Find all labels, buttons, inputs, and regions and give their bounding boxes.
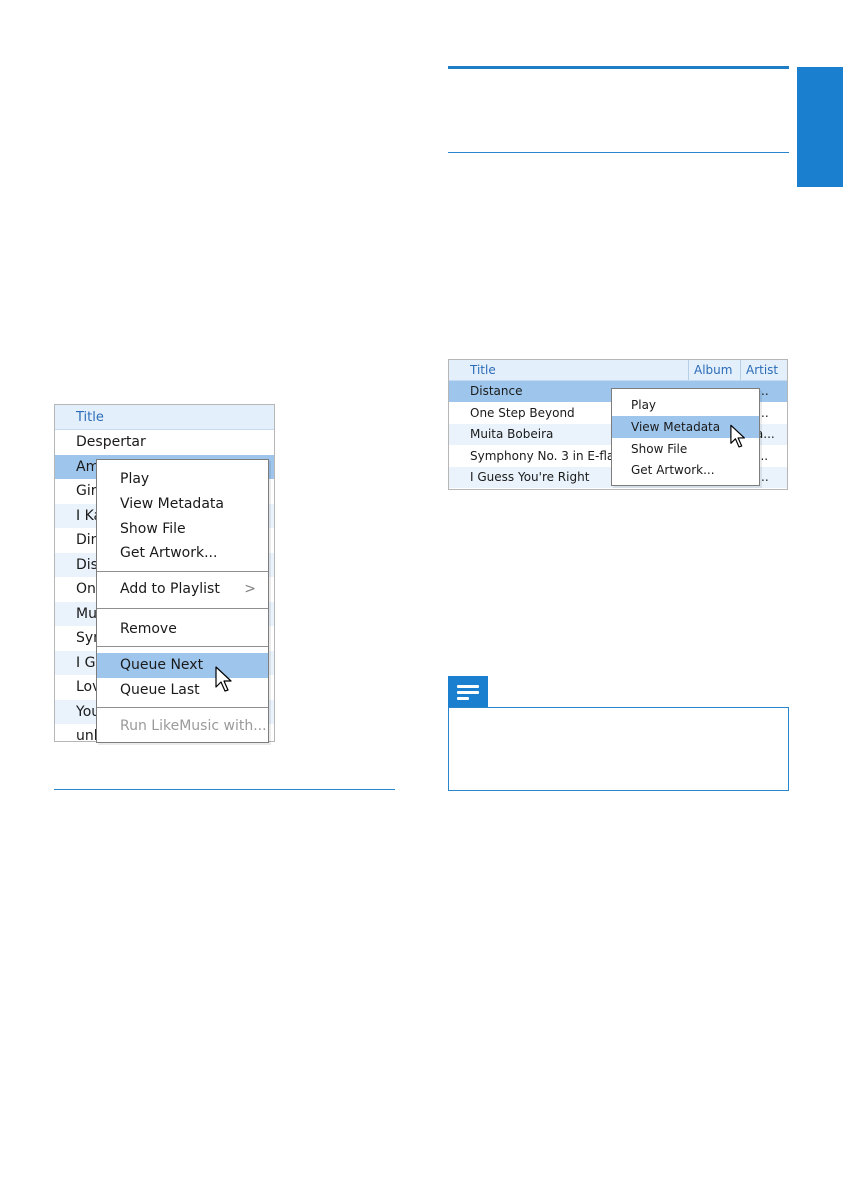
section-rule-right bbox=[448, 152, 789, 153]
menu-item-add-to-playlist[interactable]: Add to Playlist > bbox=[97, 577, 268, 602]
column-title[interactable]: Title bbox=[470, 360, 685, 380]
menu-separator bbox=[97, 608, 268, 609]
add-to-playlist-label: Add to Playlist bbox=[120, 581, 220, 597]
menu-item-show-file[interactable]: Show File bbox=[97, 517, 268, 542]
list-header[interactable]: Title Album Artist bbox=[449, 360, 787, 381]
column-artist[interactable]: Artist bbox=[746, 360, 787, 380]
column-divider bbox=[740, 360, 741, 380]
language-side-tab bbox=[797, 67, 843, 187]
menu-item-get-artwork[interactable]: Get Artwork... bbox=[97, 541, 268, 566]
mouse-pointer-icon bbox=[730, 424, 745, 448]
menu-item-queue-last[interactable]: Queue Last bbox=[97, 678, 268, 703]
column-title[interactable]: Title bbox=[76, 410, 104, 425]
menu-separator bbox=[97, 571, 268, 572]
list-item[interactable]: Despertar bbox=[55, 430, 274, 454]
section-rule-left bbox=[54, 789, 395, 790]
mouse-pointer-icon bbox=[215, 666, 232, 692]
top-rule-right bbox=[448, 66, 789, 69]
menu-separator bbox=[97, 707, 268, 708]
menu-item-get-artwork[interactable]: Get Artwork... bbox=[612, 459, 759, 481]
track-title: Despertar bbox=[76, 434, 146, 450]
menu-item-queue-next[interactable]: Queue Next bbox=[97, 653, 268, 678]
column-divider bbox=[688, 360, 689, 380]
menu-separator bbox=[97, 646, 268, 647]
menu-item-remove[interactable]: Remove bbox=[97, 617, 268, 642]
menu-item-play[interactable]: Play bbox=[97, 467, 268, 492]
column-album[interactable]: Album bbox=[694, 360, 734, 380]
note-lines-icon bbox=[448, 676, 488, 708]
list-header[interactable]: Title bbox=[55, 405, 274, 430]
chevron-right-icon: > bbox=[244, 581, 256, 597]
menu-item-play[interactable]: Play bbox=[612, 394, 759, 416]
menu-item-run-likemusic: Run LikeMusic with... bbox=[120, 718, 267, 734]
left-context-menu: Play View Metadata Show File Get Artwork… bbox=[96, 459, 269, 743]
menu-item-view-metadata[interactable]: View Metadata bbox=[97, 492, 268, 517]
note-box bbox=[448, 707, 789, 791]
